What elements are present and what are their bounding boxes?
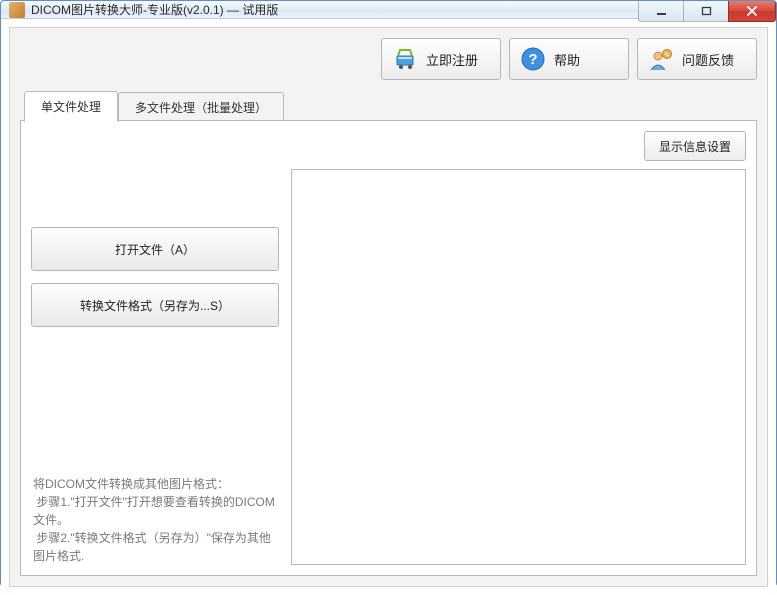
tab-batch-label: 多文件处理（批量处理） [135,101,267,115]
convert-format-label: 转换文件格式（另存为...S） [80,297,230,314]
right-panel: 显示信息设置 [291,131,746,565]
display-info-settings-label: 显示信息设置 [659,138,731,155]
close-button[interactable] [728,1,776,22]
open-file-button[interactable]: 打开文件（A） [31,227,279,271]
svg-text:?: ? [528,51,537,68]
display-info-settings-button[interactable]: 显示信息设置 [644,131,746,161]
client-area: 立即注册 ? 帮助 [1,19,776,595]
window-controls [639,1,776,22]
register-button[interactable]: 立即注册 [381,38,501,80]
app-icon [9,2,25,18]
left-panel: 打开文件（A） 转换文件格式（另存为...S） 将DICOM文件转换成其他图片格… [31,131,279,565]
titlebar[interactable]: DICOM图片转换大师-专业版(v2.0.1) — 试用版 [1,1,776,19]
help-button[interactable]: ? 帮助 [509,38,629,80]
tab-page-single: 打开文件（A） 转换文件格式（另存为...S） 将DICOM文件转换成其他图片格… [20,120,757,576]
tab-single-label: 单文件处理 [41,100,101,114]
tab-batch[interactable]: 多文件处理（批量处理） [118,92,284,122]
tab-strip: 单文件处理 多文件处理（批量处理） [20,90,757,121]
question-icon: ? [520,46,546,72]
register-label: 立即注册 [426,50,478,69]
help-label: 帮助 [554,50,580,69]
window-title: DICOM图片转换大师-专业版(v2.0.1) — 试用版 [31,1,278,18]
feedback-button[interactable]: ✎ 问题反馈 [637,38,757,80]
hint-text: 将DICOM文件转换成其他图片格式： 步骤1."打开文件"打开想要查看转换的DI… [31,473,279,565]
client-inner: 立即注册 ? 帮助 [9,27,768,587]
image-preview-area [291,169,746,565]
svg-text:✎: ✎ [664,52,670,59]
right-top-bar: 显示信息设置 [291,131,746,161]
minimize-button[interactable] [638,1,684,22]
spacer [31,131,279,227]
app-window: DICOM图片转换大师-专业版(v2.0.1) — 试用版 [0,0,777,587]
maximize-button[interactable] [683,1,729,22]
user-bubble-icon: ✎ [648,46,674,72]
feedback-label: 问题反馈 [682,50,734,69]
tab-single-file[interactable]: 单文件处理 [24,91,118,122]
cart-icon [392,46,418,72]
open-file-label: 打开文件（A） [115,241,195,258]
convert-format-button[interactable]: 转换文件格式（另存为...S） [31,283,279,327]
top-action-bar: 立即注册 ? 帮助 [20,38,757,80]
